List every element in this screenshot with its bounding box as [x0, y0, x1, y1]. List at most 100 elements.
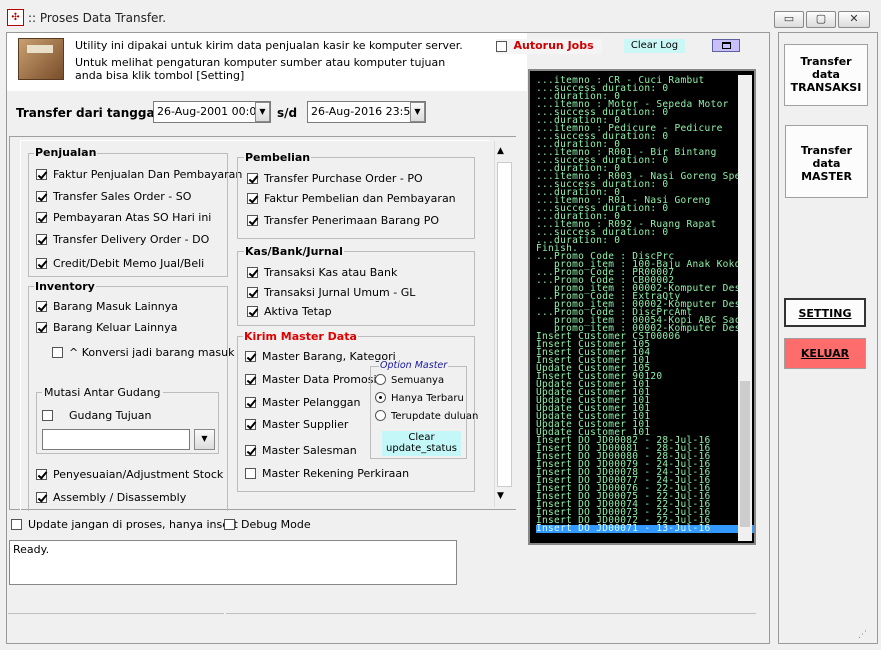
radio[interactable] [375, 409, 386, 421]
chk-konversi[interactable]: ^ Konversi jadi barang masuk [52, 346, 234, 359]
radio[interactable] [375, 373, 386, 385]
chk-pembayaran-so[interactable]: Pembayaran Atas SO Hari ini [36, 211, 211, 224]
chk-gudang-tujuan[interactable]: Gudang Tujuan [42, 409, 151, 422]
maximize-icon: ▢ [815, 12, 827, 25]
scroll-down-icon[interactable]: ▼ [497, 491, 504, 501]
checkbox[interactable] [36, 321, 47, 333]
checkbox[interactable] [36, 300, 47, 312]
checkbox[interactable] [36, 190, 47, 202]
autorun-checkbox-box[interactable] [496, 40, 507, 52]
label: Update jangan di proses, hanya insert [28, 518, 238, 531]
checkbox[interactable] [36, 168, 47, 180]
transfer-master-button[interactable]: Transfer data MASTER [785, 125, 868, 198]
label: Transaksi Jurnal Umum - GL [264, 286, 416, 299]
keluar-button[interactable]: KELUAR [784, 338, 866, 369]
checkbox[interactable] [245, 396, 256, 408]
date-from-dropdown[interactable]: ▼ [255, 102, 270, 122]
radio-terupdate-duluan[interactable]: Terupdate duluan [375, 409, 478, 423]
chk-penerimaan-po[interactable]: Transfer Penerimaan Barang PO [247, 214, 439, 227]
checkbox[interactable] [247, 266, 258, 278]
chk-faktur-pembelian[interactable]: Faktur Pembelian dan Pembayaran [247, 192, 456, 205]
chk-master-rekening[interactable]: Master Rekening Perkiraan [245, 467, 409, 480]
minimize-button[interactable]: ▭ [774, 11, 804, 28]
date-to-picker[interactable]: 26-Aug-2016 23:59 [307, 101, 426, 123]
checkbox[interactable] [247, 286, 258, 298]
checkbox[interactable] [245, 444, 256, 456]
chk-transfer-so[interactable]: Transfer Sales Order - SO [36, 190, 191, 203]
checkbox[interactable] [36, 257, 47, 269]
chk-debug-mode[interactable]: Debug Mode [224, 518, 311, 531]
checkbox[interactable] [36, 211, 47, 223]
resize-grip-icon[interactable]: ⋰ [858, 630, 867, 640]
checkbox[interactable] [11, 518, 22, 530]
autorun-jobs-checkbox[interactable]: Autorun Jobs [496, 39, 602, 54]
date-from-value: 26-Aug-2001 00:00 [157, 105, 264, 118]
chk-barang-keluar[interactable]: Barang Keluar Lainnya [36, 321, 177, 334]
maximize-button[interactable]: ▢ [806, 11, 836, 28]
transfer-transaksi-button[interactable]: Transfer data TRANSAKSI [784, 44, 868, 106]
label: Hanya Terbaru [391, 393, 464, 404]
chk-master-supplier[interactable]: Master Supplier [245, 418, 348, 431]
checkbox[interactable] [36, 468, 47, 480]
checkbox[interactable] [36, 491, 47, 503]
checkbox[interactable] [247, 305, 258, 317]
checkbox[interactable] [245, 418, 256, 430]
checkbox[interactable] [224, 518, 235, 530]
chk-master-promosi[interactable]: Master Data Promosi [245, 373, 377, 386]
header-line1: Utility ini dipakai untuk kirim data pen… [75, 39, 463, 52]
radio-hanya-terbaru[interactable]: Hanya Terbaru [375, 391, 464, 405]
date-from-picker[interactable]: 26-Aug-2001 00:00 [153, 101, 271, 123]
chk-master-pelanggan[interactable]: Master Pelanggan [245, 396, 361, 409]
scroll-up-icon[interactable]: ▲ [497, 146, 504, 156]
checkbox[interactable] [247, 192, 258, 204]
label: Master Rekening Perkiraan [262, 467, 410, 480]
book-icon [18, 38, 64, 80]
label: Transfer Delivery Order - DO [53, 233, 210, 246]
label: Transfer data MASTER [800, 144, 853, 183]
label: Transaksi Kas atau Bank [264, 266, 398, 279]
clear-log-button[interactable]: Clear Log [624, 39, 685, 53]
log-scroll-thumb[interactable] [740, 381, 750, 527]
label: Master Supplier [262, 418, 349, 431]
toggle-window-button[interactable] [712, 39, 740, 52]
radio[interactable] [375, 391, 386, 403]
autorun-label: Autorun Jobs [513, 39, 594, 52]
statusbar-divider-2 [226, 613, 756, 614]
checkbox[interactable] [245, 467, 256, 479]
chk-transfer-po[interactable]: Transfer Purchase Order - PO [247, 172, 423, 185]
chk-kas-bank[interactable]: Transaksi Kas atau Bank [247, 266, 397, 279]
header-line2: Untuk melihat pengaturan komputer sumber… [75, 56, 446, 69]
checkbox[interactable] [36, 233, 47, 245]
close-icon: ✕ [849, 12, 859, 25]
chk-faktur-penjualan[interactable]: Faktur Penjualan Dan Pembayaran [36, 168, 242, 181]
checkbox[interactable] [247, 172, 258, 184]
chk-aktiva-tetap[interactable]: Aktiva Tetap [247, 305, 332, 318]
chk-update-jangan[interactable]: Update jangan di proses, hanya insert [11, 518, 238, 531]
chk-barang-masuk[interactable]: Barang Masuk Lainnya [36, 300, 178, 313]
scroll-thumb[interactable] [497, 162, 512, 487]
inventory-title: Inventory [34, 280, 96, 293]
gudang-dropdown-button[interactable]: ▼ [194, 429, 215, 450]
clear-update-status-button[interactable]: Clear update_status [382, 431, 461, 456]
close-button[interactable]: ✕ [838, 11, 870, 28]
checkbox[interactable] [245, 350, 256, 362]
label: Assembly / Disassembly [53, 491, 187, 504]
checkbox[interactable] [245, 373, 256, 385]
date-to-dropdown[interactable]: ▼ [410, 102, 425, 122]
checkbox[interactable] [52, 346, 63, 358]
chk-master-salesman[interactable]: Master Salesman [245, 444, 357, 457]
label: Debug Mode [241, 518, 311, 531]
chk-master-barang[interactable]: Master Barang, Kategori [245, 350, 396, 363]
label: Master Pelanggan [262, 396, 361, 409]
checkbox[interactable] [42, 409, 53, 421]
setting-button[interactable]: SETTING [784, 298, 866, 327]
statusbar-divider [8, 613, 224, 614]
gudang-select[interactable] [42, 429, 190, 450]
checkbox[interactable] [247, 214, 258, 226]
chk-credit-debit-memo[interactable]: Credit/Debit Memo Jual/Beli [36, 257, 204, 270]
radio-semuanya[interactable]: Semuanya [375, 373, 444, 387]
chk-transfer-do[interactable]: Transfer Delivery Order - DO [36, 233, 209, 246]
chk-penyesuaian[interactable]: Penyesuaian/Adjustment Stock [36, 468, 223, 481]
chk-jurnal-umum[interactable]: Transaksi Jurnal Umum - GL [247, 286, 415, 299]
chk-assembly[interactable]: Assembly / Disassembly [36, 491, 186, 504]
